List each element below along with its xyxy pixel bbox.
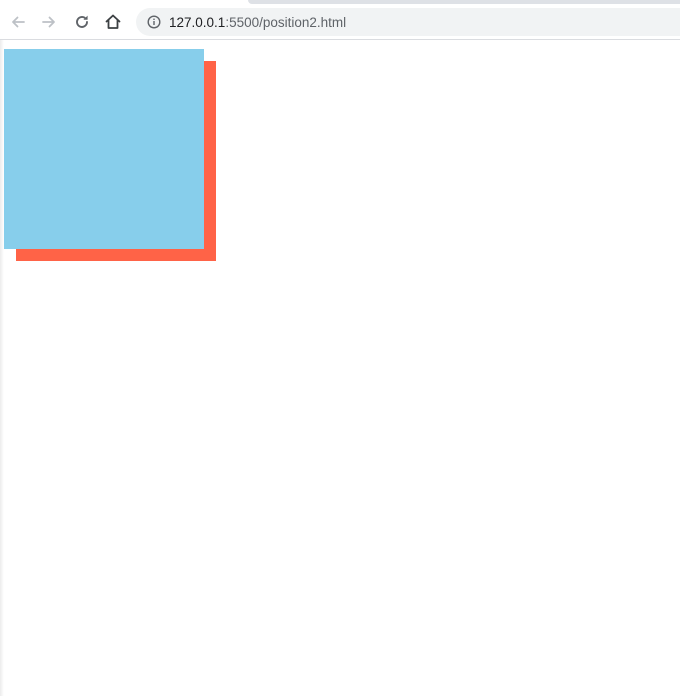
reload-button[interactable]: [69, 8, 95, 36]
forward-button[interactable]: [36, 8, 62, 36]
browser-toolbar: 127.0.0.1:5500/position2.html: [0, 4, 680, 40]
address-bar[interactable]: 127.0.0.1:5500/position2.html: [136, 8, 680, 36]
url-path: :5500/position2.html: [225, 14, 347, 30]
back-button[interactable]: [5, 8, 31, 36]
page-viewport: [0, 40, 680, 696]
arrow-right-icon: [42, 16, 55, 28]
blue-box: [4, 49, 204, 249]
reload-icon: [76, 15, 88, 28]
home-icon: [105, 14, 121, 29]
url-text: 127.0.0.1:5500/position2.html: [169, 15, 346, 30]
browser-window: 127.0.0.1:5500/position2.html: [0, 0, 680, 696]
url-host: 127.0.0.1: [169, 14, 226, 30]
info-icon[interactable]: [146, 14, 162, 30]
arrow-left-icon: [12, 16, 25, 28]
home-button[interactable]: [100, 8, 126, 36]
